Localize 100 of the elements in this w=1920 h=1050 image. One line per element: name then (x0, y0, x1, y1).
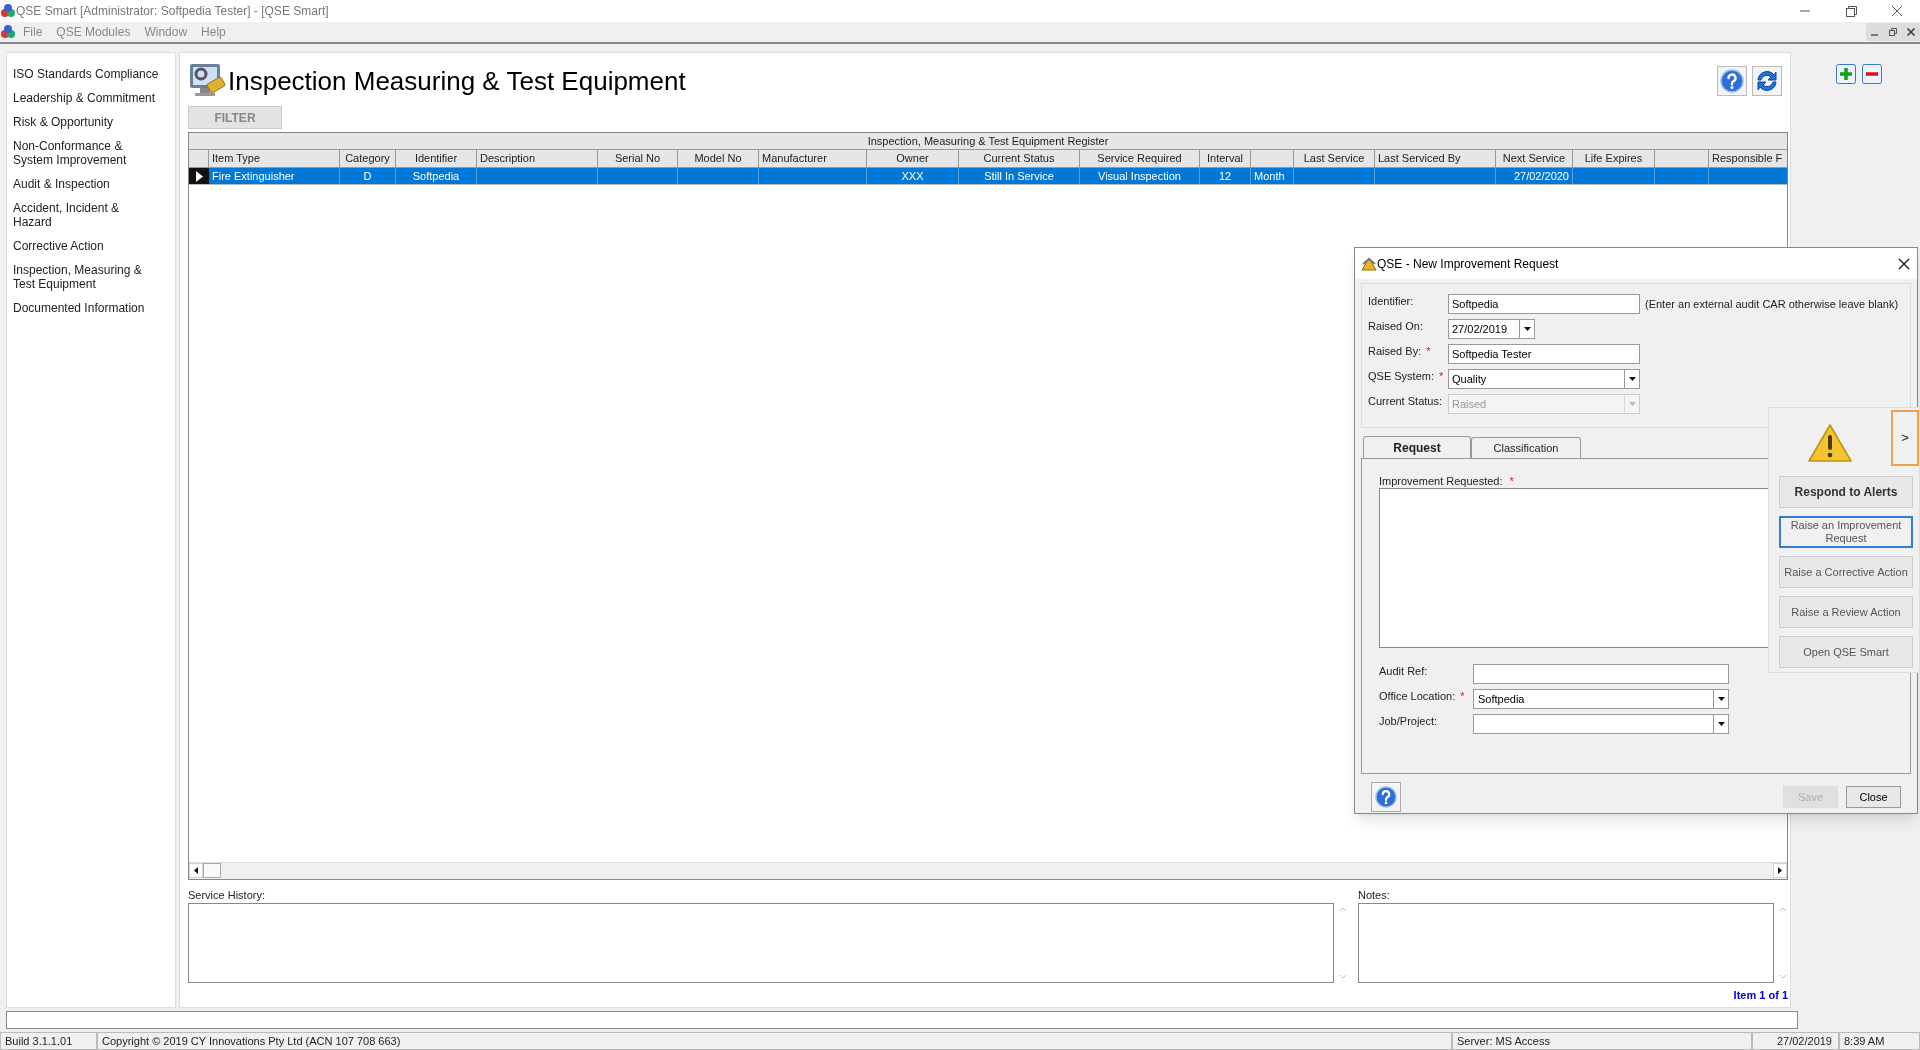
sidebar-item[interactable]: Corrective Action (13, 239, 161, 253)
app-logo-icon (0, 24, 16, 40)
warning-house-icon (1361, 256, 1377, 271)
dropdown-arrow-icon[interactable] (1628, 377, 1636, 381)
field-label: Audit Ref: (1379, 664, 1428, 678)
table-cell: 27/02/2020 (1496, 168, 1573, 184)
tab[interactable]: Request (1363, 436, 1471, 458)
close-icon[interactable] (1897, 256, 1911, 271)
table-cell: XXX (867, 168, 959, 184)
dropdown-arrow-icon[interactable] (1523, 327, 1531, 331)
add-icon[interactable] (1836, 64, 1856, 84)
field-label: Raised On: (1368, 319, 1424, 333)
field-label: Service History: (188, 887, 267, 903)
alert-action-button[interactable]: Respond to Alerts (1779, 476, 1913, 508)
sidebar-item[interactable]: Accident, Incident & Hazard (13, 201, 161, 229)
column-header[interactable]: Serial No (598, 150, 678, 167)
minimize-icon[interactable] (1866, 23, 1884, 41)
field-label: Notes: (1358, 887, 1391, 903)
text-area[interactable] (1358, 902, 1774, 983)
input-field[interactable] (1473, 664, 1729, 684)
remove-icon[interactable] (1862, 64, 1882, 84)
dropdown[interactable]: Softpedia (1473, 689, 1729, 709)
dropdown-arrow-icon[interactable] (1717, 722, 1725, 726)
dropdown-arrow-icon[interactable] (1717, 697, 1725, 701)
column-header[interactable]: Model No (678, 150, 759, 167)
alert-action-button[interactable]: Raise a Review Action (1779, 596, 1913, 628)
column-header[interactable]: Last Serviced By (1375, 150, 1496, 167)
copyright-text: Copyright © 2019 CY Innovations Pty Ltd (ACN 107 708 663) (97, 1032, 1452, 1050)
field-label: Office Location: (1379, 689, 1456, 703)
horizontal-scrollbar[interactable] (189, 861, 1787, 879)
column-header[interactable]: Last Service (1294, 150, 1375, 167)
required-marker: * (1509, 474, 1514, 488)
hint-text: (Enter an external audit CAR otherwise leave blank) (1645, 297, 1899, 312)
column-header[interactable]: Identifier (396, 150, 477, 167)
column-header[interactable]: Life Expires (1573, 150, 1655, 167)
status-time: 8:39 AM (1839, 1032, 1920, 1050)
column-header[interactable]: Item Type (209, 150, 340, 167)
sidebar-item[interactable]: Non-Conformance & System Improvement (13, 139, 161, 167)
scroll-thumb[interactable] (203, 863, 221, 878)
field-label: QSE System: (1368, 369, 1435, 383)
sidebar-item[interactable]: ISO Standards Compliance (13, 67, 161, 81)
alert-action-button[interactable]: Raise an Improvement Request (1779, 516, 1913, 548)
sidebar-item[interactable]: Documented Information (13, 301, 161, 315)
warning-icon (1807, 423, 1853, 463)
status-date: 27/02/2019 (1752, 1032, 1839, 1050)
column-header[interactable]: Current Status (959, 150, 1080, 167)
scroll-left-icon[interactable] (189, 863, 203, 878)
table-cell: 12 (1200, 168, 1251, 184)
pager-text: Item 1 of 1 (1733, 987, 1788, 1003)
field-label: Improvement Requested: (1379, 474, 1503, 488)
column-header[interactable]: Next Service (1496, 150, 1573, 167)
table-cell: Visual Inspection (1080, 168, 1200, 184)
page-title: Inspection Measuring & Test Equipment (228, 68, 686, 94)
sidebar-item[interactable]: Leadership & Commitment (13, 91, 161, 105)
help-button[interactable] (1371, 782, 1401, 812)
column-header[interactable]: Description (477, 150, 598, 167)
window-title: QSE Smart [Administrator: Softpedia Tester] - [QSE Smart] (16, 3, 329, 20)
help-icon (1720, 69, 1744, 93)
column-header[interactable]: Owner (867, 150, 959, 167)
table-cell: D (340, 168, 396, 184)
date-picker[interactable]: 27/02/2019 (1448, 319, 1535, 339)
column-header[interactable]: Responsible F (1709, 150, 1787, 167)
scroll-right-icon[interactable] (1773, 863, 1787, 878)
expand-button[interactable]: > (1891, 410, 1919, 466)
column-header[interactable]: Manufacturer (759, 150, 867, 167)
alert-action-button[interactable]: Raise a Corrective Action (1779, 556, 1913, 588)
table-cell: Softpedia (396, 168, 477, 184)
dialog-button[interactable]: Close (1846, 786, 1901, 808)
column-header[interactable]: Service Required (1080, 150, 1200, 167)
row-pointer-icon (195, 170, 203, 182)
required-marker: * (1439, 369, 1444, 383)
text-area[interactable] (188, 902, 1334, 983)
sidebar-item[interactable]: Inspection, Measuring & Test Equipment (13, 263, 161, 291)
alert-action-button[interactable]: Open QSE Smart (1779, 636, 1913, 668)
required-marker: * (1460, 689, 1465, 703)
close-icon[interactable] (1902, 23, 1920, 41)
required-marker: * (1426, 344, 1431, 358)
tab[interactable]: Classification (1471, 437, 1581, 458)
sidebar-item[interactable]: Risk & Opportunity (13, 115, 161, 129)
refresh-button[interactable] (1752, 66, 1782, 96)
help-icon (1375, 786, 1397, 808)
field-label: Current Status: (1368, 394, 1442, 408)
server-text: Server: MS Access (1452, 1032, 1752, 1050)
field-label: Identifier: (1368, 294, 1414, 308)
input-field[interactable]: Softpedia Tester (1448, 344, 1640, 364)
sidebar-item[interactable]: Audit & Inspection (13, 177, 161, 191)
column-header[interactable]: Category (340, 150, 396, 167)
field-label: Raised By: (1368, 344, 1422, 358)
column-header[interactable]: Interval (1200, 150, 1251, 167)
table-cell: Fire Extinguisher (209, 168, 340, 184)
refresh-icon (1754, 68, 1780, 94)
input-field[interactable]: Softpedia (1448, 294, 1640, 314)
help-button[interactable] (1717, 66, 1747, 96)
build-text: Build 3.1.1.01 (0, 1032, 97, 1050)
dropdown[interactable]: Quality (1448, 369, 1640, 389)
table-cell: Still In Service (959, 168, 1080, 184)
table-row[interactable]: Fire Extinguisher D Softpedia XXX Still In Service Visual Inspection 12 Month 27/02/2020 (189, 168, 1787, 185)
field-label: Job/Project: (1379, 714, 1438, 728)
table-cell: Month (1251, 168, 1294, 184)
dialog-title: QSE - New Improvement Request (1377, 255, 1559, 273)
